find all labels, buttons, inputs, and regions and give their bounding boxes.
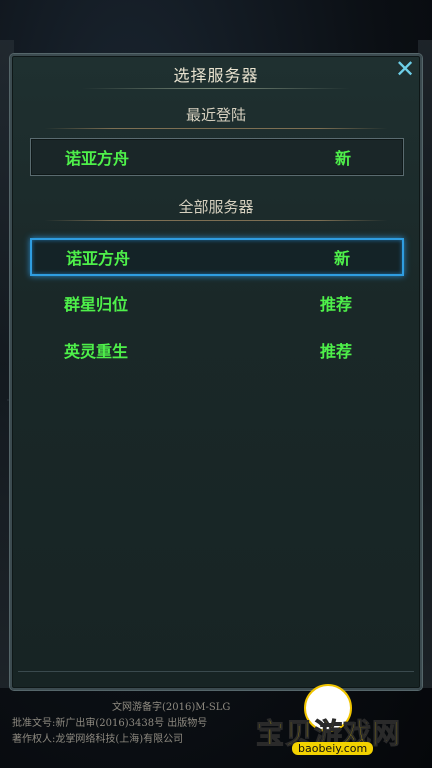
server-name: 诺亚方舟 — [66, 249, 131, 268]
all-servers-section-divider — [44, 220, 388, 221]
server-row-2[interactable]: 群星归位 推荐 — [30, 284, 404, 322]
server-name: 诺亚方舟 — [65, 149, 130, 168]
recent-server-row[interactable]: 诺亚方舟 新 — [30, 138, 404, 176]
watermark-url: baobeiy.com — [292, 742, 374, 755]
server-name: 群星归位 — [64, 295, 129, 314]
server-row-3[interactable]: 英灵重生 推荐 — [30, 331, 404, 369]
server-name: 英灵重生 — [64, 342, 129, 361]
title-divider — [82, 88, 350, 89]
server-tag: 新 — [333, 249, 350, 268]
server-row-1[interactable]: 诺亚方舟 新 — [30, 238, 404, 276]
server-tag: 推荐 — [319, 342, 352, 361]
server-select-dialog: 选择服务器 ✕ 最近登陆 诺亚方舟 新 全部服务器 诺亚方舟 新 群星归位 推荐… — [10, 54, 422, 690]
server-tag: 推荐 — [319, 295, 352, 314]
recent-section-label: 最近登陆 — [185, 106, 246, 124]
recent-section-divider — [44, 128, 388, 129]
dialog-title: 选择服务器 — [173, 66, 259, 85]
all-servers-section-label: 全部服务器 — [178, 198, 254, 216]
close-icon[interactable]: ✕ — [394, 57, 416, 81]
server-tag: 新 — [334, 149, 351, 168]
site-watermark: 宝贝游戏网 baobeiy.com — [255, 684, 426, 755]
